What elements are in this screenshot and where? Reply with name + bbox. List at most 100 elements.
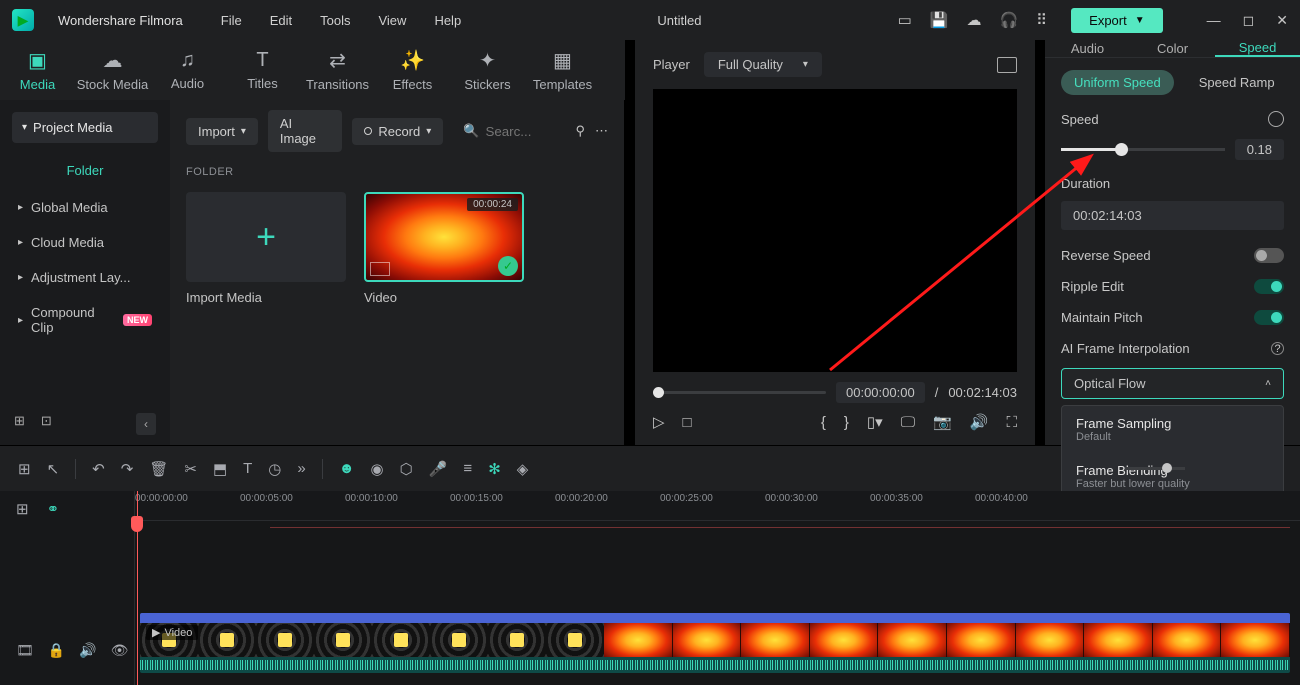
redo-icon[interactable]: ↷ <box>121 460 134 478</box>
reverse-toggle[interactable] <box>1254 248 1284 263</box>
tab-stickers[interactable]: ✦Stickers <box>450 40 525 100</box>
add-track-icon[interactable]: ⊞ <box>16 500 29 518</box>
media-thumbnail-video[interactable]: 00:00:24 ✓ Video <box>364 192 524 305</box>
save-icon[interactable]: 💾 <box>930 11 949 29</box>
preview-canvas[interactable] <box>653 89 1017 372</box>
new-folder-icon[interactable]: ⊞ <box>14 413 25 435</box>
timeline-clip[interactable]: ▶ Video <box>140 613 1290 673</box>
menu-view[interactable]: View <box>378 13 406 28</box>
menu-tools[interactable]: Tools <box>320 13 350 28</box>
subtab-uniform-speed[interactable]: Uniform Speed <box>1061 70 1174 95</box>
ripple-toggle[interactable] <box>1254 279 1284 294</box>
new-bin-icon[interactable]: ⊡ <box>41 413 52 435</box>
sidebar-item-cloud-media[interactable]: ▸Cloud Media <box>0 225 170 260</box>
align-icon[interactable]: ≡ <box>463 460 472 477</box>
marker-icon[interactable]: ✻ <box>488 460 501 478</box>
help-icon[interactable]: ? <box>1271 342 1284 355</box>
tab-effects[interactable]: ✨Effects <box>375 40 450 100</box>
track-header-video[interactable]: 🎞 🔒 🔊 👁 <box>0 642 135 659</box>
slider-handle[interactable] <box>1115 143 1128 156</box>
quality-select[interactable]: Full Quality▾ <box>704 52 822 77</box>
split-icon[interactable]: ✂ <box>184 460 197 478</box>
crop-icon[interactable]: ▯▾ <box>867 413 883 431</box>
fullscreen-icon[interactable]: ⛶ <box>1006 414 1017 431</box>
minimize-icon[interactable]: — <box>1207 12 1221 29</box>
timeline-ruler[interactable]: 00:00:00:00 00:00:05:00 00:00:10:00 00:0… <box>135 491 1300 521</box>
interpolation-select[interactable]: Optical Flow˄ <box>1061 368 1284 399</box>
delete-icon[interactable]: 🗑 <box>149 460 168 478</box>
scrub-slider[interactable] <box>653 391 826 394</box>
sidebar-item-compound-clip[interactable]: ▸Compound ClipNEW <box>0 295 170 345</box>
zoom-slider[interactable] <box>1125 467 1185 470</box>
visibility-icon[interactable]: 👁 <box>111 642 129 659</box>
support-icon[interactable]: 🎧 <box>999 11 1018 29</box>
tab-templates[interactable]: ▦Templates <box>525 40 600 100</box>
menu-edit[interactable]: Edit <box>270 13 292 28</box>
project-media-header[interactable]: ▾Project Media <box>12 112 158 143</box>
search-input[interactable]: 🔍 <box>453 123 565 139</box>
collapse-sidebar-button[interactable]: ‹ <box>136 413 156 435</box>
text-icon[interactable]: T <box>243 460 252 477</box>
playhead-handle[interactable] <box>131 516 143 532</box>
mic-icon[interactable]: 🎤 <box>429 460 448 478</box>
undo-icon[interactable]: ↶ <box>92 460 105 478</box>
tab-stock-media[interactable]: ☁Stock Media <box>75 40 150 100</box>
mute-icon[interactable]: 🔊 <box>79 642 96 659</box>
reset-speed-icon[interactable] <box>1268 111 1284 127</box>
import-button[interactable]: Import▾ <box>186 118 258 145</box>
speed-icon[interactable]: ◷ <box>268 460 281 478</box>
tab-media[interactable]: ▣Media <box>0 40 75 100</box>
tab-speed-props[interactable]: Speed <box>1215 40 1300 57</box>
tab-color-props[interactable]: Color <box>1130 40 1215 57</box>
display-icon[interactable]: 🖵 <box>901 414 915 431</box>
duration-input[interactable]: 00:02:14:03 <box>1061 201 1284 230</box>
search-field[interactable] <box>485 124 565 139</box>
maximize-icon[interactable]: ◻ <box>1243 12 1255 29</box>
more-icon[interactable]: ⋯ <box>595 123 608 139</box>
mark-in-icon[interactable]: { <box>821 414 826 431</box>
folder-tab[interactable]: Folder <box>0 155 170 190</box>
tab-transitions[interactable]: ⇄Transitions <box>300 40 375 100</box>
menu-help[interactable]: Help <box>434 13 461 28</box>
stop-icon[interactable]: □ <box>683 414 692 431</box>
menu-file[interactable]: File <box>221 13 242 28</box>
close-icon[interactable]: ✕ <box>1276 12 1288 29</box>
ai-image-button[interactable]: AI Image <box>268 110 342 152</box>
playhead[interactable] <box>137 491 138 685</box>
cloud-icon[interactable]: ☁ <box>966 11 981 29</box>
layout-icon[interactable]: ▭ <box>898 11 912 29</box>
apps-icon[interactable]: ⠿ <box>1036 11 1047 29</box>
record-button[interactable]: Record▾ <box>352 118 443 145</box>
tab-audio[interactable]: ♫Audio <box>150 40 225 100</box>
tab-audio-props[interactable]: Audio <box>1045 40 1130 57</box>
mark-out-icon[interactable]: } <box>844 414 849 431</box>
speed-value[interactable]: 0.18 <box>1235 139 1284 160</box>
play-icon[interactable]: ▷ <box>653 413 665 431</box>
shield-icon[interactable]: ⬡ <box>400 460 413 478</box>
color-wheel-icon[interactable]: ◉ <box>371 460 384 478</box>
add-icon[interactable]: ⊞ <box>18 460 31 478</box>
sidebar-item-global-media[interactable]: ▸Global Media <box>0 190 170 225</box>
import-media-tile[interactable]: + Import Media <box>186 192 346 305</box>
speed-slider[interactable] <box>1061 148 1225 151</box>
snapshot-icon[interactable] <box>997 57 1017 73</box>
pointer-icon[interactable]: ↖ <box>47 460 60 478</box>
export-button[interactable]: Export ▼ <box>1071 8 1162 33</box>
volume-icon[interactable]: 🔊 <box>970 413 989 431</box>
filter-icon[interactable]: ⚲ <box>575 123 585 139</box>
lock-icon[interactable]: 🔒 <box>48 642 65 659</box>
link-icon[interactable]: ⚭ <box>47 500 60 518</box>
stock-icon: ☁ <box>103 48 123 73</box>
option-frame-sampling[interactable]: Frame SamplingDefault <box>1062 406 1283 453</box>
sidebar-item-adjustment-layer[interactable]: ▸Adjustment Lay... <box>0 260 170 295</box>
subtab-speed-ramp[interactable]: Speed Ramp <box>1186 70 1288 95</box>
tab-titles[interactable]: TTitles <box>225 40 300 100</box>
camera-icon[interactable]: 📷 <box>933 413 952 431</box>
pitch-toggle[interactable] <box>1254 310 1284 325</box>
scrub-handle[interactable] <box>653 387 664 398</box>
ai-icon[interactable]: ☻ <box>339 460 355 477</box>
stickers-icon: ✦ <box>479 48 496 73</box>
keyframe-icon[interactable]: ◈ <box>517 460 529 478</box>
more-tools-icon[interactable]: » <box>297 460 305 477</box>
crop-icon[interactable]: ⬒ <box>213 460 227 478</box>
